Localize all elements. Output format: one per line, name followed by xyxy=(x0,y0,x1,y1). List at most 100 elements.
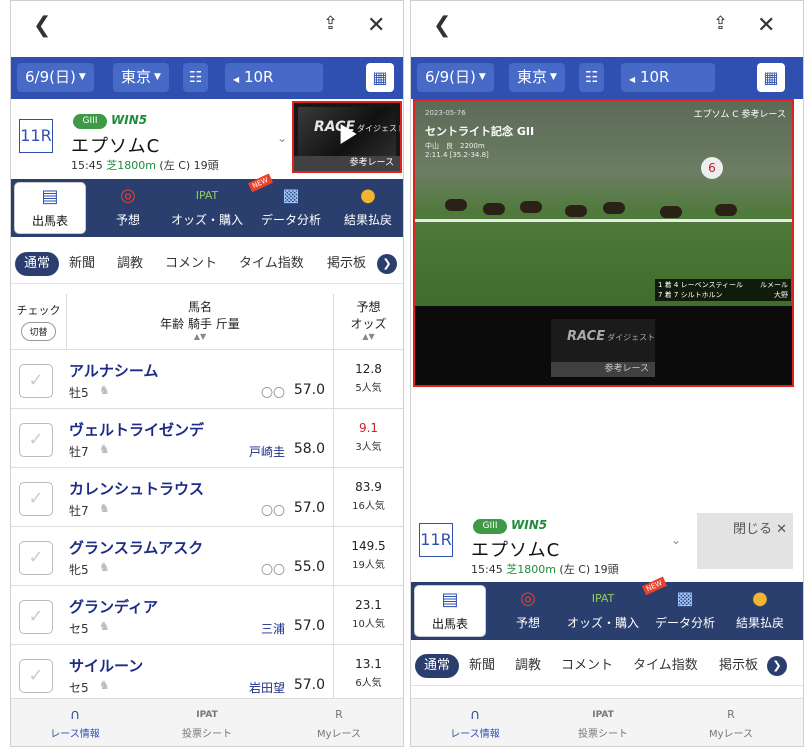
check-box[interactable]: ✓ xyxy=(19,423,53,457)
prev-race-button[interactable]: ◀ 10R xyxy=(621,63,678,92)
nav-voting-sheet[interactable]: IPAT 投票シート xyxy=(553,705,653,740)
horse-name[interactable]: アルナシーム xyxy=(69,360,158,381)
chevron-right-icon[interactable]: ❯ xyxy=(377,254,397,274)
horse-sex-age: 牡7 xyxy=(69,504,89,518)
tab-normal[interactable]: 通常 xyxy=(15,252,60,276)
chevron-right-icon[interactable]: ❯ xyxy=(767,656,787,676)
tab-newspaper[interactable]: 新聞 xyxy=(469,654,495,678)
nav-my-race[interactable]: R Myレース xyxy=(289,705,389,740)
win5-logo: WIN5 xyxy=(111,113,148,127)
nav-voting-sheet[interactable]: IPAT 投票シート xyxy=(157,705,257,740)
switch-button[interactable]: 切替 xyxy=(21,322,56,341)
back-icon[interactable]: ❮ xyxy=(33,15,51,37)
race-video-player[interactable]: 6 2023-05-76 セントライト記念 GII 中山 良 2200m 2:11… xyxy=(413,99,794,387)
tab-newspaper[interactable]: 新聞 xyxy=(69,252,95,276)
close-icon[interactable]: ✕ xyxy=(367,15,385,37)
tab-normal[interactable]: 通常 xyxy=(415,654,460,678)
horse-name[interactable]: グランスラムアスク xyxy=(69,537,203,558)
play-icon[interactable] xyxy=(340,123,357,144)
furlong-marker: 6 xyxy=(701,157,723,179)
date-select[interactable]: 6/9(日) ▼ xyxy=(17,63,94,92)
jockey-name: 戸崎圭 xyxy=(248,445,285,459)
reference-race-label: 参考レース xyxy=(551,362,655,377)
ipat-icon: IPAT xyxy=(195,189,219,202)
chevron-down-icon[interactable]: ⌄ xyxy=(277,131,287,145)
win5-logo: WIN5 xyxy=(511,518,548,532)
popularity: 5人気 xyxy=(355,383,382,394)
menu-prediction[interactable]: ◎ 予想 xyxy=(493,582,563,640)
tab-comment[interactable]: コメント xyxy=(561,654,613,678)
horse-name[interactable]: グランディア xyxy=(69,596,158,617)
menu-results[interactable]: ● 結果払戻 xyxy=(725,582,795,640)
menu-entry-table[interactable]: ▤ 出馬表 xyxy=(415,586,485,636)
popularity: 3人気 xyxy=(355,442,382,453)
horse-column-header[interactable]: 馬名 年齢 騎手 斤量 ▲▼ xyxy=(67,298,333,341)
menu-odds-purchase[interactable]: IPAT オッズ・購入 xyxy=(563,582,643,640)
menu-results[interactable]: ● 結果払戻 xyxy=(333,179,403,237)
menu-prediction[interactable]: ◎ 予想 xyxy=(93,179,163,237)
table-row[interactable]: ✓ ヴェルトライゼンデ 牡7 ♞ 戸崎圭 58.0 9.1 3人気 xyxy=(11,409,403,468)
overlay-logo-text: RACE xyxy=(567,329,606,344)
nav-race-info[interactable]: ∩ レース情報 xyxy=(25,705,125,740)
horse-name[interactable]: ヴェルトライゼンデ xyxy=(69,419,204,440)
tab-training[interactable]: 調教 xyxy=(117,252,143,276)
prev-race-button[interactable]: ◀ 10R xyxy=(225,63,282,92)
odds-column-header[interactable]: 予想 オッズ ▲▼ xyxy=(333,294,403,349)
back-icon[interactable]: ❮ xyxy=(433,15,451,37)
menu-label: データ分析 xyxy=(260,213,321,227)
menu-label: データ分析 xyxy=(654,616,715,630)
chevron-down-icon[interactable]: ⌄ xyxy=(671,533,681,547)
odds-value: 12.8 xyxy=(355,362,382,376)
grid-menu-icon[interactable]: ▦ xyxy=(757,63,785,92)
odds-value: 83.9 xyxy=(355,480,382,494)
venue-select[interactable]: 東京 ▼ xyxy=(113,63,169,92)
table-row[interactable]: ✓ グランディア セ5 ♞ 三浦 57.0 23.1 10人気 xyxy=(11,586,403,645)
grade-badge: GIII xyxy=(73,114,107,129)
check-box[interactable]: ✓ xyxy=(19,541,53,575)
popularity: 10人気 xyxy=(352,619,385,630)
chart-icon: ▩ xyxy=(676,588,694,609)
race-digest-thumbnail[interactable]: RACE ダイジェスト 参考レース xyxy=(292,101,402,173)
tab-training[interactable]: 調教 xyxy=(515,654,541,678)
menu-entry-table[interactable]: ▤ 出馬表 xyxy=(15,183,85,233)
nav-race-info[interactable]: ∩ レース情報 xyxy=(425,705,525,740)
tab-comment[interactable]: コメント xyxy=(165,252,217,276)
grid-menu-icon[interactable]: ▦ xyxy=(366,63,394,92)
reference-race-label: 参考レース xyxy=(294,156,400,171)
menu-data-analysis[interactable]: NEW ▩ データ分析 xyxy=(641,576,725,640)
date-select[interactable]: 6/9(日) ▼ xyxy=(417,63,494,92)
table-row[interactable]: ✓ アルナシーム 牡5 ♞ 〇〇 57.0 12.8 5人気 xyxy=(11,350,403,409)
odds-cell: 13.1 6人気 xyxy=(333,645,403,703)
horse-name[interactable]: カレンシュトラウス xyxy=(69,478,204,499)
tab-time-index[interactable]: タイム指数 xyxy=(633,654,698,678)
check-box[interactable]: ✓ xyxy=(19,482,53,516)
race-number: 11R xyxy=(419,523,453,557)
check-box[interactable]: ✓ xyxy=(19,364,53,398)
table-row[interactable]: ✓ グランスラムアスク 牝5 ♞ 〇〇 55.0 149.5 19人気 xyxy=(11,527,403,586)
next-race-button[interactable] xyxy=(673,63,715,92)
calendar-icon[interactable]: ☷ xyxy=(183,63,209,92)
race-info: 15:45 芝1800m (左 C) 19頭 xyxy=(71,157,219,173)
tab-board[interactable]: 掲示板 xyxy=(327,252,366,276)
next-race-button[interactable] xyxy=(277,63,323,92)
table-row[interactable]: ✓ サイルーン セ5 ♞ 岩田望 57.0 13.1 6人気 xyxy=(11,645,403,704)
close-video-button[interactable]: 閉じる ✕ xyxy=(697,513,793,569)
close-icon: ✕ xyxy=(776,522,787,537)
share-icon[interactable]: ⇪ xyxy=(713,15,728,33)
calendar-icon[interactable]: ☷ xyxy=(579,63,605,92)
target-icon: ◎ xyxy=(520,588,536,609)
nav-my-race[interactable]: R Myレース xyxy=(681,705,781,740)
tab-board[interactable]: 掲示板 xyxy=(719,654,758,678)
share-icon[interactable]: ⇪ xyxy=(323,15,338,33)
tab-time-index[interactable]: タイム指数 xyxy=(239,252,304,276)
table-row[interactable]: ✓ カレンシュトラウス 牡7 ♞ 〇〇 57.0 83.9 16人気 xyxy=(11,468,403,527)
menu-data-analysis[interactable]: NEW ▩ データ分析 xyxy=(247,173,331,237)
menu-odds-purchase[interactable]: IPAT オッズ・購入 xyxy=(167,179,247,237)
race-course: (左 C) 19頭 xyxy=(559,563,619,576)
check-box[interactable]: ✓ xyxy=(19,659,53,693)
horse-name[interactable]: サイルーン xyxy=(69,655,143,676)
check-box[interactable]: ✓ xyxy=(19,600,53,634)
venue-select[interactable]: 東京 ▼ xyxy=(509,63,565,92)
odds-value: 23.1 xyxy=(355,598,382,612)
close-icon[interactable]: ✕ xyxy=(757,15,775,37)
